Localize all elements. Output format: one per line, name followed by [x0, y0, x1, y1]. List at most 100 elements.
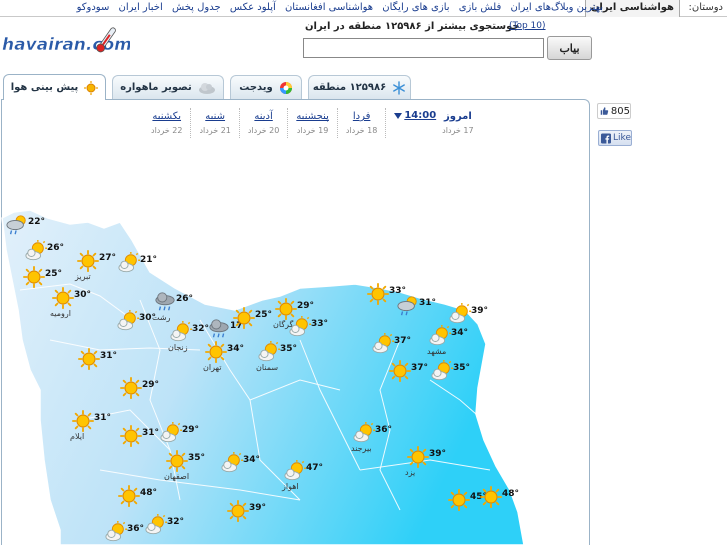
friend-link[interactable]: سودوکو — [77, 2, 110, 13]
day-date: 17 خرداد — [442, 126, 474, 135]
city-name: زنجان — [168, 343, 188, 352]
day-tab[interactable]: پنجشنبه 19 خرداد — [287, 108, 337, 138]
cloud-icon — [198, 82, 215, 94]
sun-icon[interactable] — [448, 489, 472, 513]
partly-cloudy-icon[interactable] — [105, 521, 129, 545]
sun-icon[interactable] — [166, 450, 190, 474]
rain-icon[interactable] — [208, 318, 232, 342]
search-button[interactable]: بیاب — [547, 36, 592, 60]
day-tab[interactable]: آدینه 20 خرداد — [238, 108, 287, 138]
sun-icon[interactable] — [72, 410, 96, 434]
partly-cloudy-icon[interactable] — [429, 325, 453, 349]
search-input[interactable] — [303, 38, 544, 58]
day-today[interactable]: امروز 17 خرداد 14:00 — [385, 108, 481, 138]
city-temperature: 22° — [28, 217, 46, 227]
tab-label: پیش بینی هوا — [10, 82, 79, 93]
friend-link[interactable]: آپلود عکس — [230, 2, 276, 13]
day-tab[interactable]: یکشنبه 22 خرداد — [143, 108, 190, 138]
partly-cloudy-icon[interactable] — [117, 310, 141, 334]
friends-label: دوستان: — [688, 2, 723, 13]
day-name: یکشنبه — [152, 111, 182, 122]
partly-cloudy-icon[interactable] — [353, 422, 377, 446]
partly-cloudy-icon[interactable] — [372, 333, 396, 357]
friends-bar: دوستان: هواشناسی ایران بهترین وبلاگ‌های … — [0, 0, 727, 17]
sun-icon[interactable] — [78, 348, 102, 372]
partly-cloudy-icon[interactable] — [258, 341, 282, 365]
city-temperature: 29° — [142, 380, 160, 390]
sun-icon[interactable] — [120, 377, 144, 401]
day-name: آدینه — [254, 111, 273, 122]
sun-icon[interactable] — [480, 486, 504, 510]
sun-icon[interactable] — [389, 360, 413, 384]
tab-satellite[interactable]: تصویر ماهواره — [112, 75, 224, 99]
city-temperature: 33° — [311, 319, 329, 329]
friend-link[interactable]: جدول پخش — [172, 2, 221, 13]
partly-cloudy-icon[interactable] — [284, 460, 308, 484]
tab-widget[interactable]: ویدجت — [230, 75, 302, 99]
city-temperature: 25° — [255, 310, 273, 320]
partly-cloudy-icon[interactable] — [221, 452, 245, 476]
city-temperature: 35° — [280, 344, 298, 354]
day-date: 18 خرداد — [345, 126, 378, 135]
facebook-icon — [601, 132, 612, 144]
partly-cloudy-icon[interactable] — [431, 360, 455, 384]
snowflake-icon — [393, 80, 406, 95]
sun-icon[interactable] — [233, 307, 257, 331]
sun-icon[interactable] — [77, 250, 101, 274]
sun-icon[interactable] — [367, 283, 391, 307]
time-dropdown[interactable]: 14:00 — [404, 110, 436, 121]
like-label: Like — [613, 133, 631, 143]
city-name: بیرجند — [351, 444, 372, 453]
partly-cloudy-icon[interactable] — [170, 321, 194, 345]
day-date: 22 خرداد — [151, 126, 183, 135]
day-tab[interactable]: شنبه 21 خرداد — [190, 108, 238, 138]
friend-link[interactable]: هواشناسی افغانستان — [285, 2, 373, 13]
friend-link[interactable]: اخبار ایران — [119, 2, 163, 13]
city-name: ایلام — [70, 432, 85, 441]
sun-icon[interactable] — [118, 485, 142, 509]
city-temperature: 31° — [100, 351, 118, 361]
day-tab[interactable]: فردا 18 خرداد — [336, 108, 385, 138]
sun-icon[interactable] — [227, 500, 251, 524]
facebook-like-button[interactable]: Like — [598, 130, 632, 146]
city-name: اهواز — [282, 482, 299, 491]
sun-icon — [84, 80, 99, 95]
partly-cloudy-icon[interactable] — [289, 316, 313, 340]
storm-icon[interactable] — [6, 214, 30, 238]
city-temperature: 26° — [176, 294, 194, 304]
storm-icon[interactable] — [397, 295, 421, 319]
like-count: 805 — [610, 105, 630, 117]
sun-icon[interactable] — [52, 287, 76, 311]
friend-link[interactable]: بازی های رایگان — [382, 2, 449, 13]
partly-cloudy-icon[interactable] — [160, 422, 184, 446]
city-temperature: 21° — [140, 255, 158, 265]
top10-link[interactable]: (Top 10) — [509, 21, 546, 31]
city-temperature: 35° — [453, 363, 471, 373]
city-name: مشهد — [427, 347, 447, 356]
city-temperature: 34° — [243, 455, 261, 465]
sun-icon[interactable] — [407, 446, 431, 470]
partly-cloudy-icon[interactable] — [145, 514, 169, 538]
chevron-down-icon[interactable] — [394, 112, 403, 119]
city-temperature: 39° — [249, 503, 267, 513]
tab-forecast[interactable]: پیش بینی هوا — [3, 74, 106, 100]
day-name: شنبه — [205, 111, 226, 122]
partly-cloudy-icon[interactable] — [118, 252, 142, 276]
tab-regions[interactable]: ۱۲۵۹۸۶ منطقه — [308, 75, 411, 99]
sun-icon[interactable] — [205, 341, 229, 365]
city-temperature: 48° — [502, 489, 520, 499]
partly-cloudy-icon[interactable] — [25, 240, 49, 264]
rain-icon[interactable] — [154, 291, 178, 315]
havairan-logo[interactable]: havairan.com — [2, 22, 130, 66]
partly-cloudy-icon[interactable] — [449, 303, 473, 327]
city-temperature: 30° — [74, 290, 92, 300]
thumbs-up-icon — [600, 107, 609, 115]
day-name: فردا — [352, 111, 371, 122]
friend-link[interactable]: بهترین وبلاگ‌های ایران — [510, 2, 603, 13]
sun-icon[interactable] — [23, 266, 47, 290]
search-title: جوستجوی بیشتر از ۱۲۵۹۸۶ منطقه در ایران — [305, 21, 520, 32]
day-date: 19 خرداد — [296, 126, 329, 135]
city-temperature: 35° — [188, 453, 206, 463]
friend-link[interactable]: فلش بازی — [459, 2, 502, 13]
sun-icon[interactable] — [120, 425, 144, 449]
